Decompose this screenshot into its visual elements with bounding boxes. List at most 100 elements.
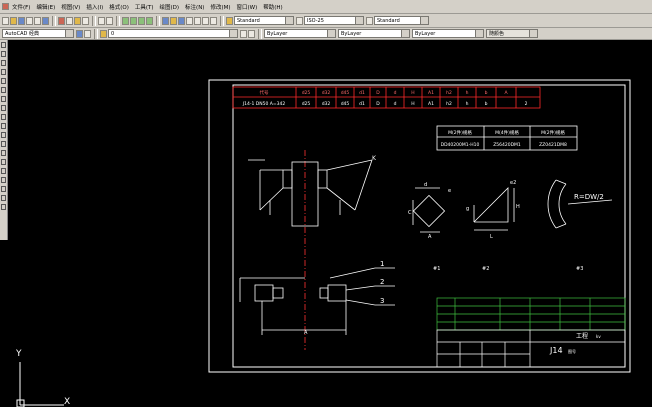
design-center-icon[interactable] — [170, 16, 177, 25]
detail-block-1 — [412, 187, 446, 233]
rectangle-icon[interactable] — [1, 78, 6, 84]
make-current-layer-icon[interactable] — [240, 29, 247, 38]
construction-line-icon[interactable] — [1, 51, 6, 57]
mtext-icon[interactable] — [1, 204, 6, 210]
spec-header-9: h2 — [446, 90, 452, 96]
calculator-icon[interactable] — [202, 16, 209, 25]
save-icon[interactable] — [18, 16, 25, 25]
spec-table — [232, 86, 541, 109]
line-icon[interactable] — [1, 42, 6, 48]
markup-icon[interactable] — [194, 16, 201, 25]
copy-icon[interactable] — [66, 16, 73, 25]
label-h: H — [516, 204, 520, 210]
layer-manager-icon[interactable] — [100, 29, 107, 38]
label-dim-a: A — [304, 330, 308, 336]
spec-header-0: 代号 — [260, 89, 269, 96]
layers-toolbar: AutoCAD 经典 0 ByLayer ByLayer ByLayer 随颜色 — [0, 28, 652, 40]
text-style-select[interactable]: Standard — [234, 16, 294, 25]
hatch-icon[interactable] — [1, 168, 6, 174]
menu-edit[interactable]: 编辑(E) — [36, 3, 55, 11]
paste-icon[interactable] — [74, 16, 81, 25]
menu-modify[interactable]: 修改(M) — [210, 3, 230, 11]
zoom-realtime-icon[interactable] — [130, 16, 137, 25]
menu-draw[interactable]: 绘图(D) — [160, 3, 180, 11]
ucs-x-label: X — [64, 397, 70, 407]
pan-icon[interactable] — [122, 16, 129, 25]
drawing-canvas[interactable]: 代号 d25 d32 d45 d1 D d H A1 h2 h b A J14-… — [0, 0, 652, 407]
help-icon[interactable] — [210, 16, 217, 25]
menu-help[interactable]: 帮助(H) — [263, 3, 282, 11]
match-properties-icon[interactable] — [82, 16, 89, 25]
spec-row-1: d25 — [302, 101, 311, 107]
workspace-settings-icon[interactable] — [76, 29, 83, 38]
properties-icon[interactable] — [162, 16, 169, 25]
menu-format[interactable]: 格式(O) — [109, 3, 129, 11]
insert-block-icon[interactable] — [1, 141, 6, 147]
dim-style-select[interactable]: ISO-25 — [304, 16, 364, 25]
plotstyle-select[interactable]: 随颜色 — [486, 29, 538, 38]
label-g: g — [466, 206, 469, 212]
menu-tools[interactable]: 工具(T) — [135, 3, 154, 11]
title-block-grid — [436, 297, 626, 331]
detail-arc-3 — [547, 179, 613, 229]
callout-3: 3 — [380, 297, 384, 305]
print-icon[interactable] — [26, 16, 33, 25]
tb-unit: kv — [596, 334, 601, 339]
revision-cloud-icon[interactable] — [1, 105, 6, 111]
undo-icon[interactable] — [98, 16, 105, 25]
color-select[interactable]: ByLayer — [264, 29, 336, 38]
workspace-save-icon[interactable] — [84, 29, 91, 38]
circle-icon[interactable] — [1, 96, 6, 102]
new-icon[interactable] — [2, 16, 9, 25]
publish-icon[interactable] — [42, 16, 49, 25]
spec-row-9: h2 — [446, 101, 452, 107]
clamp-plan-view — [239, 267, 395, 335]
spec-header-5: D — [376, 90, 380, 96]
menu-file[interactable]: 文件(F) — [12, 3, 30, 11]
polyline-icon[interactable] — [1, 60, 6, 66]
make-block-icon[interactable] — [1, 150, 6, 156]
arc-icon[interactable] — [1, 87, 6, 93]
lineweight-select[interactable]: ByLayer — [412, 29, 484, 38]
workspace-select[interactable]: AutoCAD 经典 — [2, 29, 74, 38]
sheet-set-icon[interactable] — [186, 16, 193, 25]
ellipse-arc-icon[interactable] — [1, 132, 6, 138]
table-style-select[interactable]: Standard — [374, 16, 429, 25]
cut-icon[interactable] — [58, 16, 65, 25]
spec-row-4: d1 — [359, 101, 365, 107]
linetype-select[interactable]: ByLayer — [338, 29, 410, 38]
menu-insert[interactable]: 插入(I) — [86, 3, 103, 11]
open-icon[interactable] — [10, 16, 17, 25]
layer-previous-icon[interactable] — [248, 29, 255, 38]
note-2: #2 — [482, 266, 489, 272]
spec-row-2: d32 — [322, 101, 331, 107]
layer-select[interactable]: 0 — [108, 29, 238, 38]
region-icon[interactable] — [1, 186, 6, 192]
tb-no: 图号 — [568, 348, 576, 354]
preview-icon[interactable] — [34, 16, 41, 25]
ellipse-icon[interactable] — [1, 123, 6, 129]
zoom-window-icon[interactable] — [138, 16, 145, 25]
spec-header-12: A — [504, 90, 508, 96]
app-icon[interactable] — [2, 3, 9, 10]
spec-row-11: b — [485, 101, 488, 107]
redo-icon[interactable] — [106, 16, 113, 25]
menu-dimension[interactable]: 标注(N) — [185, 3, 204, 11]
menu-view[interactable]: 视图(V) — [61, 3, 80, 11]
polygon-icon[interactable] — [1, 69, 6, 75]
label-l: L — [490, 234, 493, 240]
spline-icon[interactable] — [1, 114, 6, 120]
callout-1: 1 — [380, 260, 384, 268]
spec-row-3: d45 — [341, 101, 350, 107]
menu-window[interactable]: 窗口(W) — [237, 3, 258, 11]
spec-row-7: H — [411, 101, 414, 107]
gradient-icon[interactable] — [1, 177, 6, 183]
table-style-icon — [366, 16, 373, 25]
ucs-y-label: Y — [15, 349, 22, 359]
tool-palettes-icon[interactable] — [178, 16, 185, 25]
point-icon[interactable] — [1, 159, 6, 165]
table-icon[interactable] — [1, 195, 6, 201]
title-block-frame — [436, 329, 626, 368]
tb-project: 工程 — [576, 332, 588, 340]
zoom-previous-icon[interactable] — [146, 16, 153, 25]
